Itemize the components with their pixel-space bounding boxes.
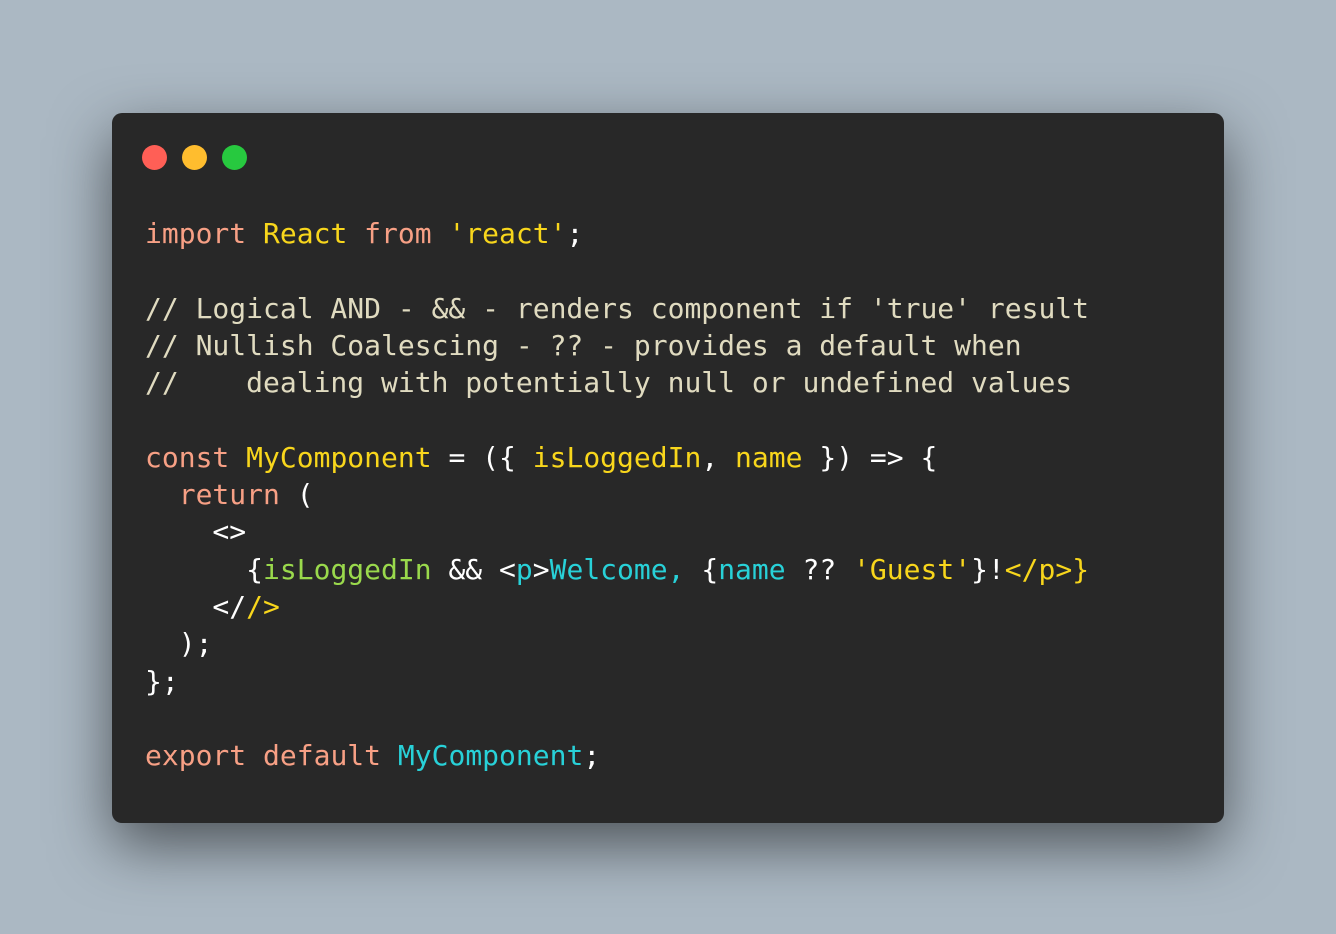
code-token: // Nullish Coalescing - ?? - provides a … — [145, 328, 1022, 362]
code-line: import React from 'react'; — [145, 215, 1089, 252]
code-token: && < — [431, 552, 516, 586]
code-token: const — [145, 440, 230, 474]
code-line: ); — [145, 625, 1089, 662]
code-token: isLoggedIn — [263, 552, 432, 586]
code-token: Welcome, — [549, 552, 702, 586]
code-line: <> — [145, 513, 1089, 550]
code-token: </ — [1004, 552, 1039, 586]
code-token: React — [263, 217, 348, 250]
code-token: </ — [145, 589, 247, 623]
code-token: = ({ — [431, 440, 533, 474]
code-token: p — [515, 552, 533, 586]
code-block: import React from 'react'; // Logical AN… — [145, 215, 1089, 774]
code-line: const MyComponent = ({ isLoggedIn, name … — [145, 439, 1089, 476]
code-line: // dealing with potentially null or unde… — [145, 364, 1089, 401]
code-token: // dealing with potentially null or unde… — [145, 366, 1073, 400]
code-line: export default MyComponent; — [145, 737, 1089, 774]
code-token: // Logical AND - && - renders component … — [145, 291, 1090, 325]
minimize-dot-icon[interactable] — [182, 145, 207, 170]
code-token: MyComponent — [397, 739, 584, 773]
code-token: }; — [145, 664, 179, 698]
code-token: export — [145, 739, 247, 773]
code-line: {isLoggedIn && <p>Welcome, {name ?? 'Gue… — [145, 551, 1089, 588]
code-token: 'Guest' — [853, 552, 972, 586]
close-dot-icon[interactable] — [142, 145, 167, 170]
code-line: // Logical AND - && - renders component … — [145, 290, 1089, 327]
code-token: name — [718, 552, 786, 586]
code-token: }! — [971, 552, 1005, 586]
maximize-dot-icon[interactable] — [222, 145, 247, 170]
code-token: /> — [246, 589, 280, 623]
code-token: MyComponent — [246, 440, 432, 474]
code-token: p — [1038, 552, 1056, 586]
code-token: ; — [583, 739, 601, 773]
code-token: name — [735, 440, 803, 474]
code-token: from — [364, 217, 432, 250]
code-window: import React from 'react'; // Logical AN… — [112, 113, 1224, 823]
code-token: , — [701, 440, 736, 474]
code-line: }; — [145, 663, 1089, 700]
code-token: default — [263, 739, 382, 773]
code-token: isLoggedIn — [532, 440, 702, 474]
code-token: ( — [279, 478, 314, 512]
code-line: return ( — [145, 476, 1089, 513]
code-line: // Nullish Coalescing - ?? - provides a … — [145, 327, 1089, 364]
code-token: 'react' — [448, 217, 567, 250]
code-token: ; — [566, 217, 584, 250]
code-token: ?? — [785, 552, 854, 586]
code-token: { — [701, 552, 719, 586]
code-token: }) => { — [802, 440, 938, 474]
code-line: <//> — [145, 588, 1089, 625]
window-controls — [142, 145, 247, 170]
code-token: > — [532, 552, 550, 586]
code-token: <> — [145, 515, 247, 549]
code-token: >} — [1055, 552, 1090, 586]
code-token: { — [145, 552, 264, 586]
code-token: return — [178, 478, 280, 512]
code-token: ); — [145, 627, 213, 661]
code-token: import — [145, 217, 247, 250]
